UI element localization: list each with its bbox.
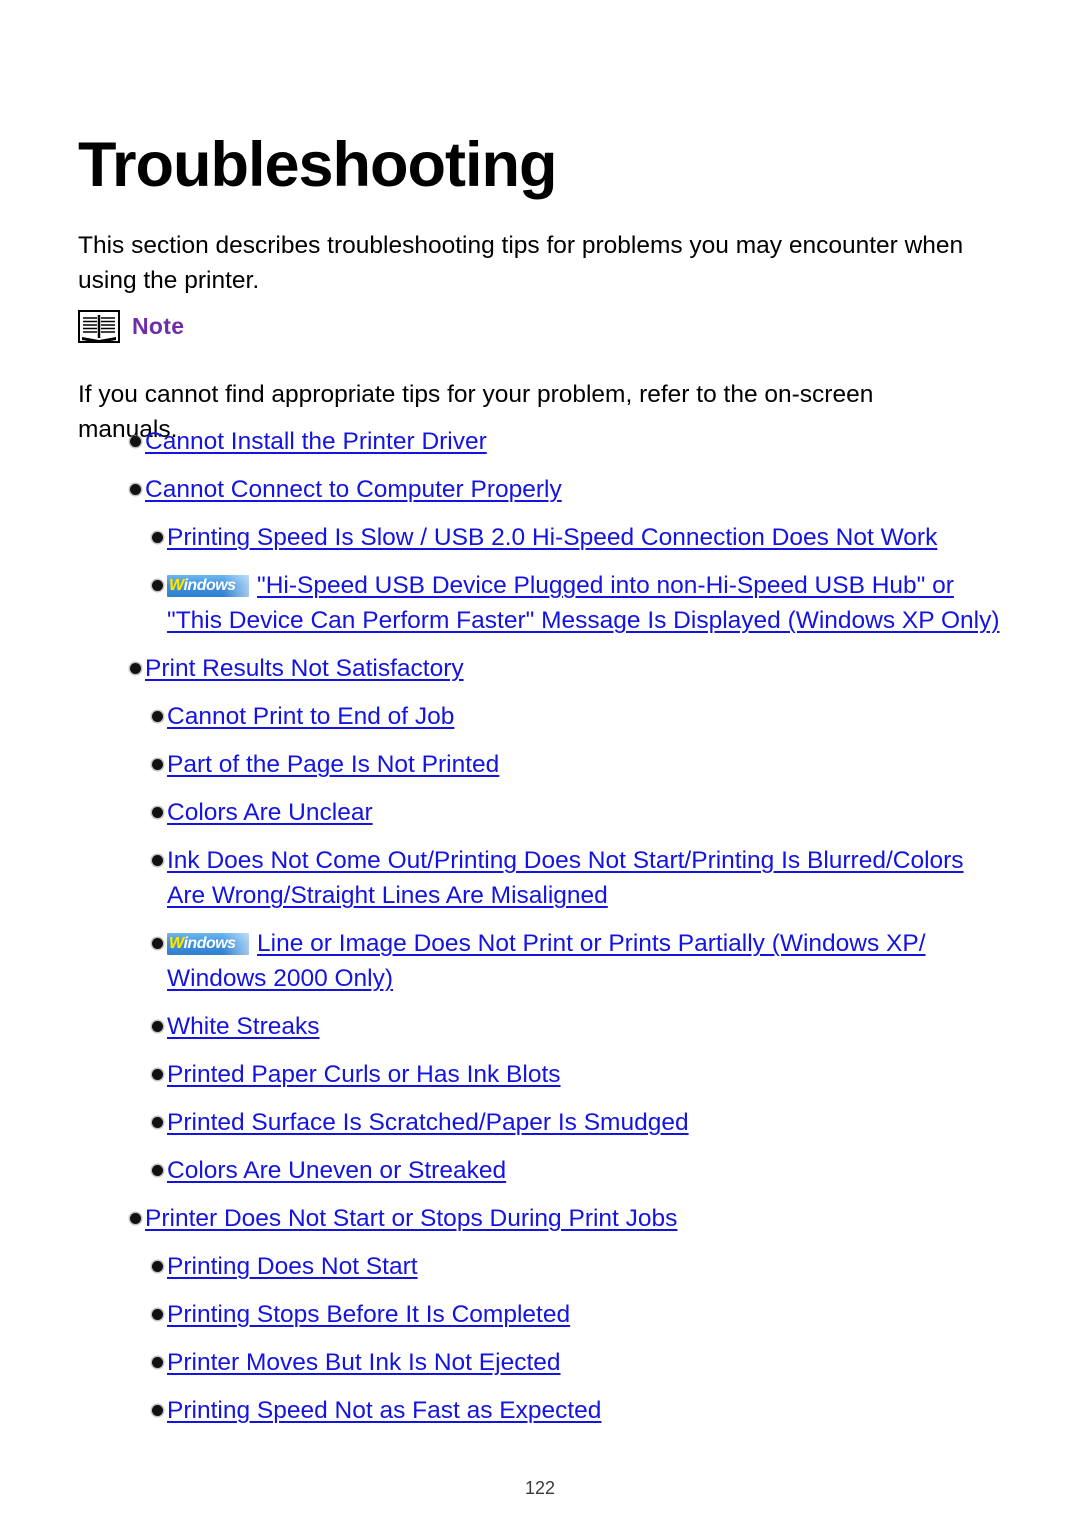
bullet-icon [152, 807, 163, 818]
troubleshooting-link[interactable]: Printed Surface Is Scratched/Paper Is Sm… [167, 1105, 1000, 1140]
bullet-icon [130, 663, 141, 674]
troubleshooting-link[interactable]: Cannot Connect to Computer Properly [145, 472, 1000, 507]
windows-badge-icon: Windows [167, 575, 249, 597]
bullet-icon [152, 1357, 163, 1368]
bullet-icon [152, 855, 163, 866]
open-book-icon [78, 310, 120, 343]
list-item[interactable]: Printing Speed Not as Fast as Expected [0, 1393, 1080, 1428]
troubleshooting-link[interactable]: Cannot Install the Printer Driver [145, 424, 1000, 459]
bullet-icon [152, 1021, 163, 1032]
list-item[interactable]: Printer Does Not Start or Stops During P… [0, 1201, 1080, 1236]
document-page: Troubleshooting This section describes t… [0, 0, 1080, 1528]
note-label: Note [132, 313, 185, 339]
bullet-icon [130, 1213, 141, 1224]
bullet-icon [152, 1069, 163, 1080]
bullet-icon [130, 484, 141, 495]
troubleshooting-link[interactable]: Printer Does Not Start or Stops During P… [145, 1201, 1000, 1236]
bullet-icon [152, 532, 163, 543]
troubleshooting-link[interactable]: Colors Are Unclear [167, 795, 1000, 830]
list-item[interactable]: Printing Stops Before It Is Completed [0, 1297, 1080, 1332]
list-item[interactable]: Print Results Not Satisfactory [0, 651, 1080, 686]
troubleshooting-link[interactable]: Cannot Print to End of Job [167, 699, 1000, 734]
bullet-icon [152, 759, 163, 770]
bullet-icon [152, 1165, 163, 1176]
list-item[interactable]: Cannot Install the Printer Driver [0, 424, 1080, 459]
list-item[interactable]: Printer Moves But Ink Is Not Ejected [0, 1345, 1080, 1380]
list-item[interactable]: Windows Line or Image Does Not Print or P… [0, 926, 1080, 996]
list-item[interactable]: Cannot Print to End of Job [0, 699, 1080, 734]
troubleshooting-link[interactable]: Colors Are Uneven or Streaked [167, 1153, 1000, 1188]
bullet-icon [152, 711, 163, 722]
bullet-icon [152, 1261, 163, 1272]
troubleshooting-link[interactable]: Printing Stops Before It Is Completed [167, 1297, 1000, 1332]
troubleshooting-link[interactable]: Printing Speed Is Slow / USB 2.0 Hi-Spee… [167, 520, 1000, 555]
troubleshooting-link[interactable]: Windows "Hi-Speed USB Device Plugged into… [167, 568, 1000, 638]
list-item[interactable]: Colors Are Uneven or Streaked [0, 1153, 1080, 1188]
list-item[interactable]: Printed Paper Curls or Has Ink Blots [0, 1057, 1080, 1092]
troubleshooting-link-label: Line or Image Does Not Print or Prints P… [167, 930, 926, 992]
troubleshooting-link[interactable]: Printing Does Not Start [167, 1249, 1000, 1284]
list-item[interactable]: Ink Does Not Come Out/Printing Does Not … [0, 843, 1080, 913]
windows-badge-gloss [223, 933, 249, 955]
troubleshooting-link[interactable]: Printer Moves But Ink Is Not Ejected [167, 1345, 1000, 1380]
list-item[interactable]: Part of the Page Is Not Printed [0, 747, 1080, 782]
bullet-icon [152, 938, 163, 949]
troubleshooting-link[interactable]: Part of the Page Is Not Printed [167, 747, 1000, 782]
troubleshooting-link[interactable]: Printed Paper Curls or Has Ink Blots [167, 1057, 1000, 1092]
list-item[interactable]: Windows "Hi-Speed USB Device Plugged into… [0, 568, 1080, 638]
windows-badge-gloss [223, 575, 249, 597]
windows-badge-w: W [169, 577, 184, 594]
troubleshooting-link-list: Cannot Install the Printer Driver Cannot … [0, 424, 1080, 1441]
troubleshooting-link-label: "Hi-Speed USB Device Plugged into non-Hi… [167, 572, 1000, 634]
list-item[interactable]: Cannot Connect to Computer Properly [0, 472, 1080, 507]
page-number: 122 [524, 1478, 556, 1498]
list-item[interactable]: Printed Surface Is Scratched/Paper Is Sm… [0, 1105, 1080, 1140]
list-item[interactable]: Colors Are Unclear [0, 795, 1080, 830]
troubleshooting-link[interactable]: Ink Does Not Come Out/Printing Does Not … [167, 843, 1000, 913]
bullet-icon [152, 1309, 163, 1320]
bullet-icon [152, 580, 163, 591]
list-item[interactable]: White Streaks [0, 1009, 1080, 1044]
windows-badge-w: W [169, 935, 184, 952]
bullet-icon [152, 1405, 163, 1416]
bullet-icon [130, 436, 141, 447]
troubleshooting-link[interactable]: White Streaks [167, 1009, 1000, 1044]
troubleshooting-link[interactable]: Windows Line or Image Does Not Print or P… [167, 926, 1000, 996]
troubleshooting-link[interactable]: Print Results Not Satisfactory [145, 651, 1000, 686]
list-item[interactable]: Printing Does Not Start [0, 1249, 1080, 1284]
bullet-icon [152, 1117, 163, 1128]
note-header: Note [78, 310, 184, 343]
intro-paragraph: This section describes troubleshooting t… [78, 231, 964, 294]
list-item[interactable]: Printing Speed Is Slow / USB 2.0 Hi-Spee… [0, 520, 1080, 555]
troubleshooting-link[interactable]: Printing Speed Not as Fast as Expected [167, 1393, 1000, 1428]
page-title: Troubleshooting [78, 130, 557, 201]
windows-badge-icon: Windows [167, 933, 249, 955]
